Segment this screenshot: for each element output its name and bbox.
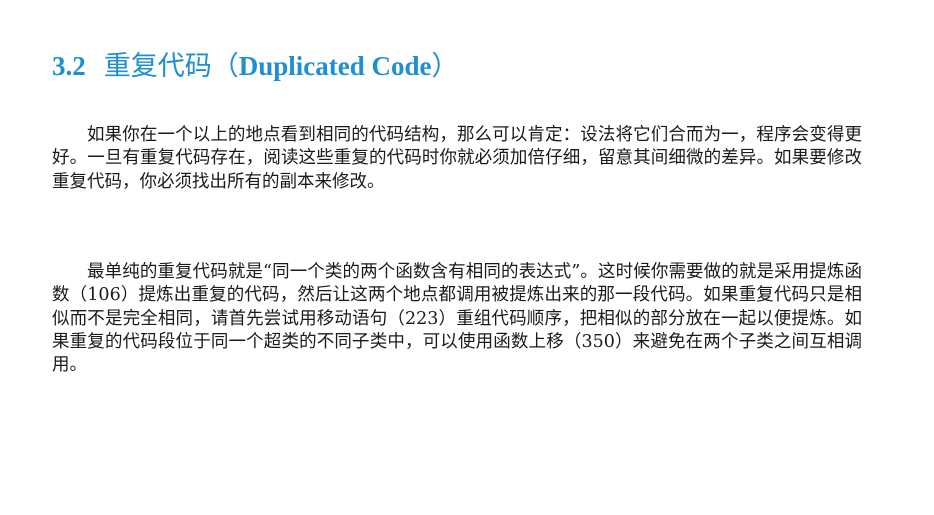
body-paragraph-2: 最单纯的重复代码就是“同一个类的两个函数含有相同的表达式”。这时候你需要做的就是…	[52, 262, 862, 376]
section-title-zh: 重复代码	[103, 51, 212, 82]
heading-paren-open: （	[211, 51, 239, 82]
section-number: 3.2	[52, 51, 86, 81]
section-heading: 3.2 重复代码（Duplicated Code）	[52, 46, 459, 87]
section-title-en: Duplicated Code	[238, 51, 432, 81]
heading-paren-close: ）	[431, 51, 459, 82]
body-paragraph-1: 如果你在一个以上的地点看到相同的代码结构，那么可以肯定：设法将它们合而为一，程序…	[52, 125, 862, 192]
